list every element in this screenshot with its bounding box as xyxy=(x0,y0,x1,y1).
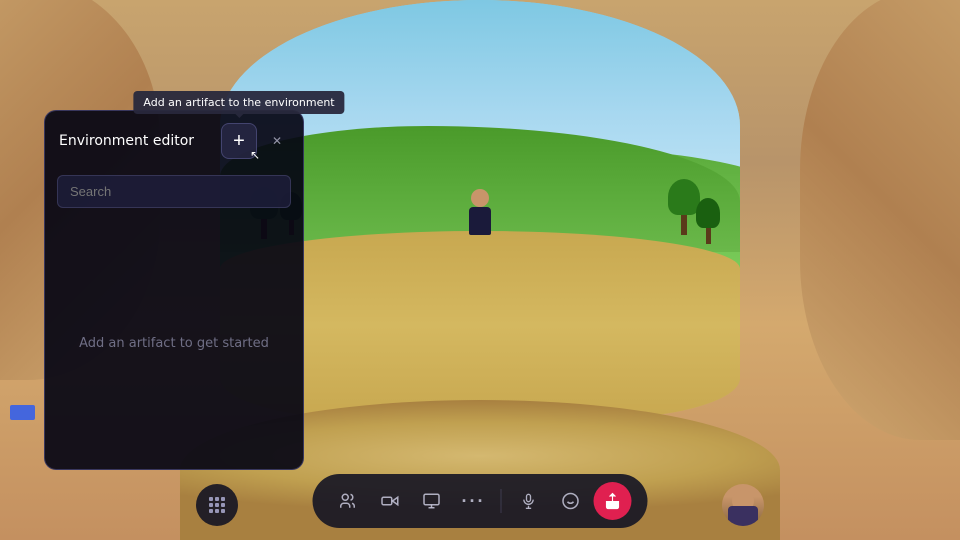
environment-editor-panel: Environment editor Add an artifact to th… xyxy=(44,110,304,470)
scene-avatar xyxy=(465,189,495,244)
avatar-inner xyxy=(722,484,764,526)
screen-share-button[interactable] xyxy=(413,482,451,520)
mic-icon xyxy=(521,492,537,510)
panel-body: Add an artifact to get started xyxy=(45,218,303,469)
close-icon xyxy=(272,132,282,150)
share-button[interactable] xyxy=(594,482,632,520)
decoration-block xyxy=(10,405,35,420)
people-button[interactable] xyxy=(329,482,367,520)
people-icon xyxy=(339,492,357,510)
avatar-body xyxy=(728,506,758,526)
mic-button[interactable] xyxy=(510,482,548,520)
user-avatar-button[interactable] xyxy=(722,484,764,526)
panel-header: Environment editor Add an artifact to th… xyxy=(45,111,303,171)
screen-icon xyxy=(423,492,441,510)
arch-right xyxy=(800,0,960,440)
close-panel-button[interactable] xyxy=(265,129,289,153)
grid-apps-button[interactable] xyxy=(196,484,238,526)
video-button[interactable] xyxy=(371,482,409,520)
bottom-toolbar: ··· xyxy=(313,474,648,528)
dots-icon: ··· xyxy=(462,491,486,512)
plus-icon xyxy=(233,130,245,153)
empty-state-message: Add an artifact to get started xyxy=(79,336,269,351)
share-icon xyxy=(604,492,622,510)
add-artifact-button[interactable]: ↖ xyxy=(221,123,257,159)
search-input[interactable] xyxy=(57,175,291,208)
cursor-icon: ↖ xyxy=(250,148,260,162)
video-icon xyxy=(381,492,399,510)
panel-title: Environment editor xyxy=(59,133,194,149)
search-container xyxy=(45,171,303,218)
emoji-button[interactable] xyxy=(552,482,590,520)
toolbar-divider xyxy=(501,489,502,513)
panel-actions: Add an artifact to the environment ↖ xyxy=(221,123,289,159)
emoji-icon xyxy=(562,492,580,510)
more-options-button[interactable]: ··· xyxy=(455,482,493,520)
grid-icon xyxy=(209,497,225,513)
